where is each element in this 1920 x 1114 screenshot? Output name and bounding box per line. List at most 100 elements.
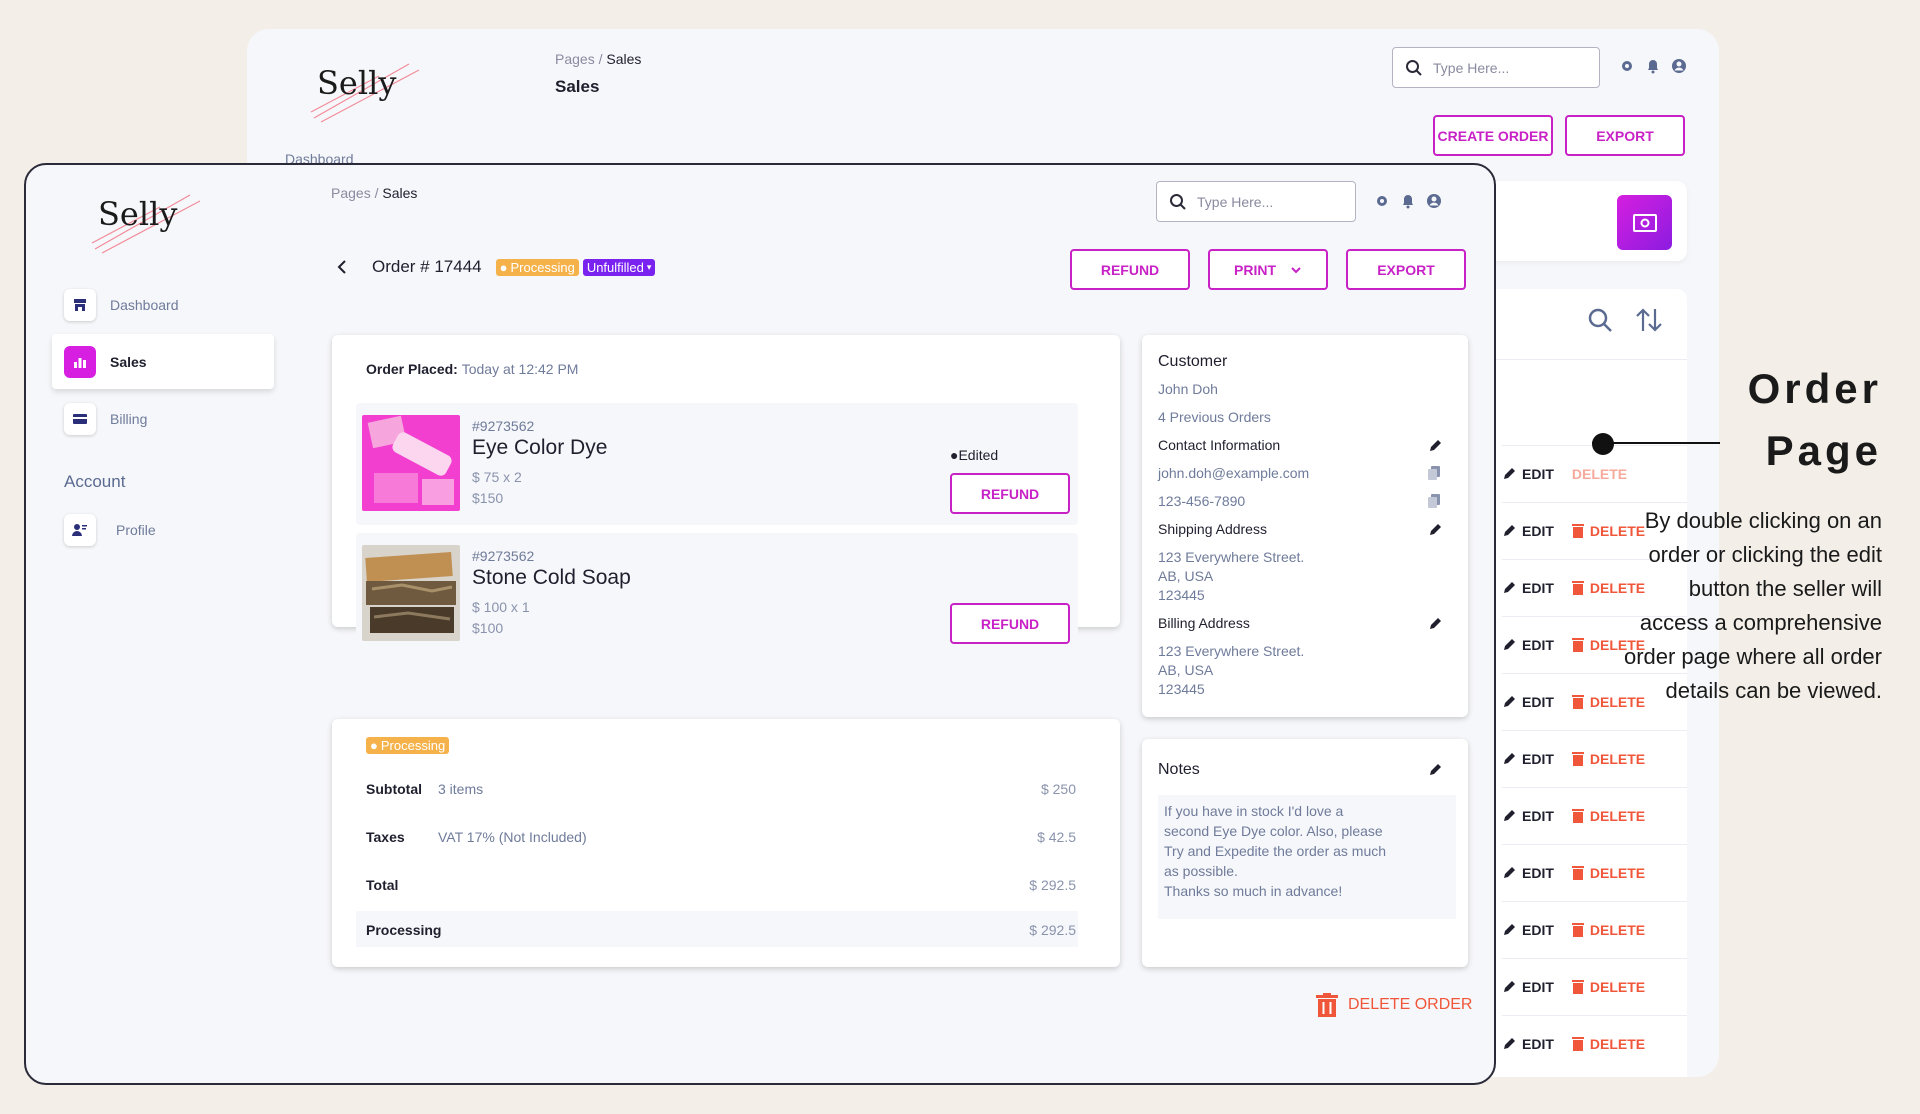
taxes-label: Taxes bbox=[366, 829, 405, 845]
summary-status-text: Processing bbox=[380, 738, 446, 753]
billing-line-2: AB, USA bbox=[1158, 662, 1214, 678]
back-arrow-icon[interactable] bbox=[336, 259, 348, 275]
print-button[interactable]: PRINT bbox=[1208, 249, 1328, 290]
gear-icon[interactable] bbox=[1374, 193, 1390, 209]
refund-order-button[interactable]: REFUND bbox=[1070, 249, 1190, 290]
edit-button[interactable]: EDIT bbox=[1502, 1036, 1554, 1052]
customer-email: john.doh@example.com bbox=[1158, 465, 1310, 481]
sidebar-item-sales[interactable]: Sales bbox=[52, 334, 274, 389]
order-placed-label: Order Placed: bbox=[366, 361, 458, 377]
delete-button[interactable]: DELETE bbox=[1571, 979, 1645, 995]
sidebar-item-billing[interactable]: Billing bbox=[52, 391, 274, 446]
sidebar-item-dashboard[interactable]: Dashboard bbox=[52, 277, 274, 332]
edit-button[interactable]: EDIT bbox=[1502, 694, 1554, 710]
bg-search-input[interactable]: Type Here... bbox=[1392, 47, 1600, 88]
sidebar-section-account: Account bbox=[64, 472, 126, 491]
item-refund-button[interactable]: REFUND bbox=[950, 603, 1070, 644]
pencil-icon[interactable] bbox=[1428, 523, 1442, 537]
edit-label: EDIT bbox=[1522, 864, 1554, 881]
notes-card: Notes If you have in stock I'd love a se… bbox=[1142, 739, 1468, 967]
search-icon[interactable] bbox=[1587, 307, 1613, 333]
pencil-icon[interactable] bbox=[1428, 617, 1442, 631]
bell-icon[interactable] bbox=[1400, 193, 1416, 209]
subtotal-label: Subtotal bbox=[366, 781, 422, 797]
delete-label: DELETE bbox=[1571, 465, 1628, 482]
user-circle-icon[interactable] bbox=[1426, 193, 1442, 209]
edit-label: EDIT bbox=[1522, 750, 1554, 767]
sidebar-item-profile[interactable]: Profile bbox=[52, 502, 274, 557]
summary-row-total: Total $ 292.5 bbox=[366, 877, 1076, 893]
notes-line: second Eye Dye color. Also, please bbox=[1164, 823, 1383, 839]
sidebar-item-label: Billing bbox=[110, 410, 148, 427]
trash-icon bbox=[1571, 637, 1584, 652]
breadcrumb-root[interactable]: Pages / bbox=[331, 185, 378, 201]
list-item: #9273562 Stone Cold Soap $ 100 x 1 $100 … bbox=[356, 533, 1078, 655]
edit-button[interactable]: EDIT bbox=[1502, 580, 1554, 596]
item-refund-button[interactable]: REFUND bbox=[950, 473, 1070, 514]
list-item: #9273562 Eye Color Dye $ 75 x 2 $150 ●Ed… bbox=[356, 403, 1078, 525]
edit-button[interactable]: EDIT bbox=[1502, 808, 1554, 824]
trash-icon bbox=[1571, 523, 1584, 538]
delete-button[interactable]: DELETE bbox=[1571, 1036, 1645, 1052]
billing-heading: Billing Address bbox=[1158, 615, 1250, 631]
order-placed-value: Today at 12:42 PM bbox=[461, 361, 579, 377]
notes-line: If you have in stock I'd love a bbox=[1164, 803, 1344, 819]
copy-icon[interactable] bbox=[1428, 466, 1440, 480]
status-badge-processing: ● Processing bbox=[495, 258, 579, 276]
bg-logo-text: Selly bbox=[317, 64, 397, 102]
table-row: EDIT DELETE bbox=[1490, 730, 1687, 786]
export-button[interactable]: EXPORT bbox=[1346, 249, 1466, 290]
pencil-icon bbox=[1504, 809, 1515, 821]
edit-button[interactable]: EDIT bbox=[1502, 979, 1554, 995]
gear-icon[interactable] bbox=[1619, 58, 1635, 74]
pencil-icon[interactable] bbox=[1428, 439, 1442, 453]
bg-export-button[interactable]: EXPORT bbox=[1565, 115, 1685, 156]
create-order-button[interactable]: CREATE ORDER bbox=[1433, 115, 1553, 156]
delete-button[interactable]: DELETE bbox=[1571, 922, 1645, 938]
trash-icon bbox=[1571, 808, 1584, 823]
item-qty: $ 75 x 2 bbox=[472, 469, 522, 485]
bg-breadcrumb-root[interactable]: Pages / bbox=[555, 51, 602, 67]
delete-button[interactable]: DELETE bbox=[1571, 751, 1645, 767]
chevron-down-icon: ▾ bbox=[646, 261, 652, 272]
money-icon bbox=[1617, 195, 1672, 250]
sort-icon[interactable] bbox=[1635, 307, 1663, 333]
product-image-eye-dye bbox=[362, 415, 460, 511]
edit-button[interactable]: EDIT bbox=[1502, 922, 1554, 938]
delete-button[interactable]: DELETE bbox=[1571, 808, 1645, 824]
edit-button[interactable]: EDIT bbox=[1502, 865, 1554, 881]
copy-icon[interactable] bbox=[1428, 494, 1440, 508]
edit-button[interactable]: EDIT bbox=[1502, 751, 1554, 767]
notes-text[interactable]: If you have in stock I'd love a second E… bbox=[1158, 795, 1456, 919]
search-input[interactable]: Type Here... bbox=[1156, 181, 1356, 222]
billing-line-1: 123 Everywhere Street. bbox=[1158, 643, 1305, 659]
delete-order-button[interactable]: DELETE ORDER bbox=[1316, 993, 1472, 1017]
taxes-detail: VAT 17% (Not Included) bbox=[438, 829, 587, 845]
delete-button[interactable]: DELETE bbox=[1572, 466, 1627, 482]
edit-button[interactable]: EDIT bbox=[1502, 523, 1554, 539]
trash-icon bbox=[1571, 865, 1584, 880]
edit-button[interactable]: EDIT bbox=[1502, 637, 1554, 653]
user-circle-icon[interactable] bbox=[1671, 58, 1687, 74]
sidebar: Dashboard Sales Billing Account Profile bbox=[52, 277, 274, 559]
customer-name[interactable]: John Doh bbox=[1158, 381, 1218, 397]
bell-icon[interactable] bbox=[1645, 58, 1661, 74]
bg-breadcrumb: Pages / Sales bbox=[555, 51, 641, 67]
sidebar-item-label: Sales bbox=[110, 353, 147, 370]
order-page-window: Selly Dashboard Sales Billing Account Pr… bbox=[24, 163, 1496, 1085]
bar-chart-icon bbox=[64, 345, 96, 378]
edit-label: EDIT bbox=[1522, 807, 1554, 824]
customer-previous-orders[interactable]: 4 Previous Orders bbox=[1158, 409, 1271, 425]
profile-icon bbox=[64, 513, 96, 546]
delete-button[interactable]: DELETE bbox=[1571, 865, 1645, 881]
status-badge-unfulfilled[interactable]: Unfulfilled ▾ bbox=[582, 258, 656, 276]
edit-button[interactable]: EDIT bbox=[1502, 466, 1554, 482]
pencil-icon bbox=[1504, 1037, 1515, 1049]
edit-label: EDIT bbox=[1522, 693, 1554, 710]
pencil-icon[interactable] bbox=[1428, 763, 1442, 777]
trash-icon bbox=[1571, 751, 1584, 766]
shipping-heading: Shipping Address bbox=[1158, 521, 1267, 537]
contact-heading: Contact Information bbox=[1158, 437, 1281, 453]
pencil-icon bbox=[1504, 524, 1515, 536]
summary-row-processing: Processing $ 292.5 bbox=[366, 922, 1076, 938]
